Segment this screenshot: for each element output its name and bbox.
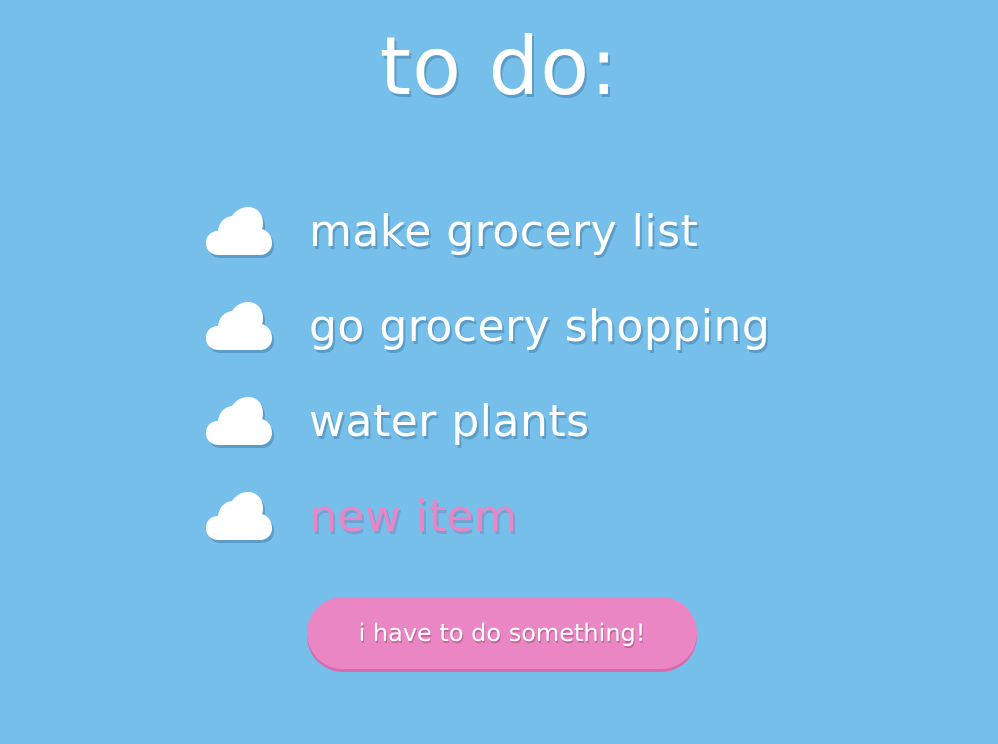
todo-item[interactable]: make grocery list xyxy=(205,184,905,279)
cloud-icon xyxy=(206,491,272,540)
todo-item-label: go grocery shopping xyxy=(309,300,771,352)
todo-list: make grocery list go grocery shopping wa… xyxy=(205,184,905,564)
todo-item[interactable]: water plants xyxy=(205,374,905,469)
todo-item[interactable]: go grocery shopping xyxy=(205,279,905,374)
todo-item-label: water plants xyxy=(309,395,590,447)
cloud-icon xyxy=(206,206,272,255)
add-todo-button[interactable]: i have to do something! xyxy=(307,597,697,669)
todo-item-label: make grocery list xyxy=(309,205,699,257)
cloud-icon xyxy=(206,301,272,350)
cloud-icon xyxy=(206,396,272,445)
new-item-row xyxy=(205,469,905,564)
page-title: to do: xyxy=(379,20,619,113)
new-item-input[interactable] xyxy=(309,486,869,547)
